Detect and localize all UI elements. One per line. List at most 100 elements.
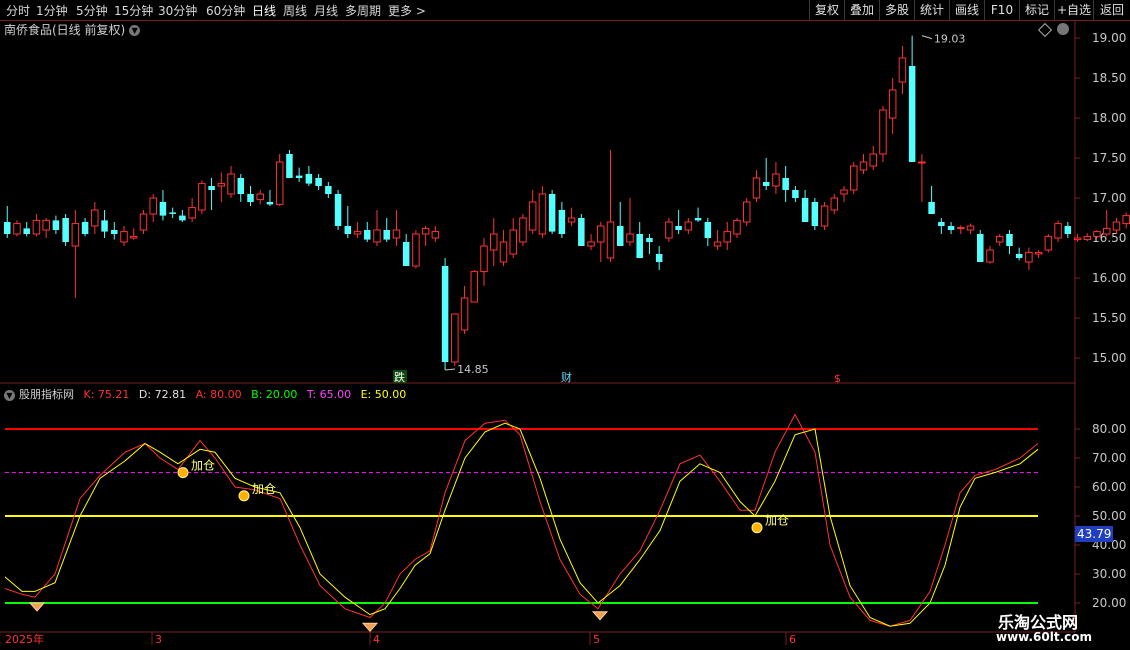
add-position-label: 加仓 [191, 459, 215, 473]
candle-body [101, 220, 108, 232]
price-axis-label: 17.00 [1092, 191, 1126, 205]
candle-body [344, 226, 352, 234]
candle-body [811, 202, 819, 226]
date-axis-label: 2025年 [5, 632, 44, 646]
price-axis-label: 17.50 [1092, 151, 1126, 165]
indicator-dropdown-icon[interactable]: ▼ [4, 389, 15, 401]
candle-body [733, 219, 741, 235]
indicator-name[interactable]: 股朋指标网 [19, 388, 74, 401]
period-60min[interactable]: 60分钟 [206, 2, 245, 19]
fuquan-button[interactable]: 复权 [809, 0, 844, 20]
period-daily[interactable]: 日线 [252, 2, 276, 19]
candle-body [859, 161, 868, 171]
mark-button[interactable]: 标记 [1019, 0, 1054, 20]
candle-body [684, 221, 693, 231]
candle-body [1083, 235, 1092, 241]
candle-body [1102, 227, 1111, 235]
date-axis-label: 4 [373, 633, 380, 646]
candle-body [364, 230, 371, 240]
period-30min[interactable]: 30分钟 [158, 2, 197, 19]
candle-body [665, 221, 673, 239]
candle-body [597, 225, 605, 243]
indicator-d: D: 72.81 [138, 388, 187, 401]
candle-body [129, 235, 138, 239]
candle-body [928, 202, 935, 214]
candle-body [23, 228, 30, 234]
add-position-label: 加仓 [765, 514, 789, 528]
candle-body [957, 227, 965, 230]
candle-body [42, 219, 50, 231]
candle-body [567, 217, 576, 223]
candle-body [792, 190, 799, 198]
high-pointer [921, 35, 933, 40]
add-position-icon [238, 490, 250, 502]
period-more[interactable]: 更多 > [388, 2, 426, 19]
add-position-label: 加仓 [252, 482, 276, 496]
candle-body [869, 153, 877, 167]
candle-body [850, 165, 858, 191]
settings-dot-icon[interactable] [1057, 23, 1069, 35]
candle-body [519, 217, 527, 243]
event-marker-dollar: $ [834, 372, 841, 385]
period-5min[interactable]: 5分钟 [76, 2, 108, 19]
stats-button[interactable]: 统计 [914, 0, 949, 20]
chevron-down-icon[interactable]: ▼ [129, 25, 141, 36]
period-monthly[interactable]: 月线 [314, 2, 338, 19]
candle-body [159, 202, 167, 216]
candle-body [149, 197, 157, 215]
candle-body [762, 182, 770, 186]
period-15min[interactable]: 15分钟 [114, 2, 153, 19]
back-button[interactable]: 返回 [1093, 0, 1130, 20]
draw-line-button[interactable]: 画线 [949, 0, 984, 20]
add-watchlist-button[interactable]: +自选 [1054, 0, 1093, 20]
candle-body [421, 227, 430, 235]
price-axis-label: 16.00 [1092, 271, 1126, 285]
buy-diamond-icon [361, 622, 379, 633]
candle-body [558, 210, 566, 234]
candle-body [392, 229, 401, 239]
buy-diamond-icon [591, 611, 609, 621]
candle-body [509, 229, 517, 255]
low-label: 14.85 [457, 363, 489, 376]
candle-body [879, 109, 887, 155]
candle-body [81, 222, 89, 234]
candle-body [1015, 254, 1023, 258]
low-pointer [445, 368, 456, 371]
price-axis-label: 18.50 [1092, 71, 1126, 85]
date-axis-label: 5 [593, 633, 600, 646]
indicator-t: T: 65.00 [306, 388, 352, 401]
chart-canvas[interactable]: 19.0018.5018.0017.5017.0016.5016.0015.50… [0, 0, 1130, 650]
candle-body [62, 218, 69, 242]
candle-body [431, 231, 440, 239]
candle-body [995, 235, 1004, 243]
candle-body [578, 218, 585, 246]
candle-body [636, 234, 643, 258]
overlay-button[interactable]: 叠加 [844, 0, 879, 20]
event-marker-cai: 财 [561, 370, 572, 384]
f10-button[interactable]: F10 [984, 0, 1019, 20]
candle-body [32, 219, 41, 235]
candle-body [1073, 237, 1082, 241]
period-weekly[interactable]: 周线 [283, 2, 307, 19]
add-position-icon [177, 467, 189, 479]
period-fenshi[interactable]: 分时 [6, 2, 30, 19]
buy-diamond-icon [28, 602, 46, 612]
candle-body [451, 313, 459, 363]
candle-body [888, 89, 897, 119]
candle-body [538, 193, 547, 235]
candle-body [52, 220, 60, 230]
add-position-icon [751, 522, 763, 534]
multi-stock-button[interactable]: 多股 [879, 0, 914, 20]
candle-body [1122, 215, 1130, 225]
candle-body [198, 183, 206, 211]
candle-body [179, 215, 186, 221]
candle-body [752, 177, 761, 199]
candle-body [1093, 231, 1101, 237]
period-1min[interactable]: 1分钟 [36, 2, 68, 19]
price-axis-label: 19.00 [1092, 31, 1126, 45]
candle-body [772, 173, 780, 187]
period-multi[interactable]: 多周期 [345, 2, 381, 19]
candle-body [918, 161, 926, 164]
candle-body [71, 223, 80, 247]
candle-body [782, 178, 789, 190]
